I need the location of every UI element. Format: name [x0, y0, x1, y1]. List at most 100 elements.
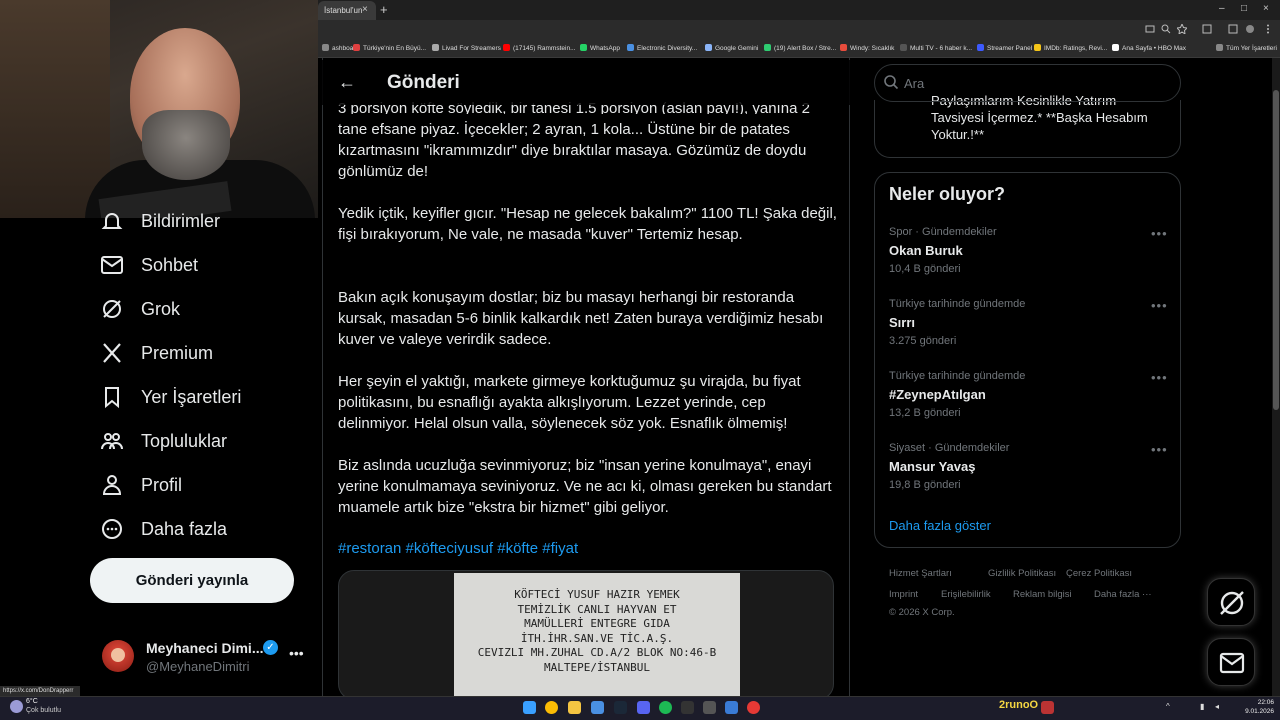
profile-icon[interactable] — [1245, 24, 1255, 34]
bookmark-label: Türkiye'nin En Büyü... — [363, 45, 427, 52]
maximize-button[interactable]: □ — [1241, 3, 1247, 14]
scrollbar-thumb[interactable] — [1273, 90, 1279, 410]
messages-floating-button[interactable] — [1207, 638, 1255, 686]
post-media[interactable]: KÖFTECİ YUSUF HAZIR YEMEK TEMİZLİK CANLI… — [338, 570, 834, 700]
trend-more-icon[interactable]: ••• — [1151, 442, 1168, 457]
sidebar-toggle-icon[interactable] — [1228, 24, 1238, 34]
trend-more-icon[interactable]: ••• — [1151, 226, 1168, 241]
trend-more-icon[interactable]: ••• — [1151, 298, 1168, 313]
app-icon[interactable] — [703, 701, 716, 714]
zoom-icon[interactable] — [1161, 24, 1171, 34]
bell-icon — [101, 213, 123, 229]
search-placeholder: Ara — [904, 76, 925, 91]
taskbar-username: 2runoO — [999, 699, 1039, 711]
network-icon[interactable]: ▮ — [1200, 702, 1204, 711]
bookmark-item[interactable]: Türkiye'nin En Büyü... — [353, 44, 426, 52]
bookmark-favicon-icon — [764, 44, 771, 51]
bookmark-item[interactable]: WhatsApp — [580, 44, 620, 52]
bookmark-label: Google Gemini — [715, 45, 759, 52]
bookmark-item[interactable]: Google Gemini — [705, 44, 758, 52]
footer-copyright: © 2026 X Corp. — [889, 607, 955, 618]
receipt-line: KÖFTECİ YUSUF HAZIR YEMEK — [514, 588, 680, 601]
footer-ads-link[interactable]: Reklam bilgisi — [1013, 589, 1072, 600]
bookmark-icon — [105, 387, 119, 409]
star-icon[interactable] — [1177, 24, 1187, 34]
bookmark-item[interactable]: (17145) Rammstein... — [503, 44, 576, 52]
spotify-icon[interactable] — [659, 701, 672, 714]
account-name: Meyhaneci Dimi... — [146, 640, 264, 656]
cast-icon[interactable] — [1145, 24, 1155, 34]
sidebar-item-label: Premium — [141, 343, 214, 363]
account-more-button[interactable]: ••• — [289, 645, 304, 661]
bookmark-item[interactable]: Streamer Panel — [977, 44, 1032, 52]
footer-privacy-link[interactable]: Gizlilik Politikası — [988, 568, 1056, 579]
search-icon — [884, 75, 899, 90]
app-icon[interactable] — [681, 701, 694, 714]
receipt-line: CEVIZLI MH.ZUHAL CD.A/2 BLOK NO:46-B — [477, 646, 717, 659]
post-hashtags[interactable]: #restoran #köfteciyusuf #köfte #fiyat — [338, 540, 578, 557]
grok-floating-button[interactable] — [1207, 578, 1255, 626]
bookmark-favicon-icon — [503, 44, 510, 51]
bookmark-favicon-icon — [900, 44, 907, 51]
bookmark-label: IMDb: Ratings, Revi... — [1044, 45, 1108, 52]
discord-icon[interactable] — [637, 701, 650, 714]
folder-icon[interactable] — [568, 701, 581, 714]
tray-arrow-icon[interactable]: ^ — [1166, 702, 1170, 711]
people-icon — [101, 433, 123, 450]
bookmark-item[interactable]: (19) Alert Box / Stre... — [764, 44, 836, 52]
avatar[interactable] — [102, 640, 134, 672]
chrome-icon[interactable] — [545, 701, 558, 714]
bookmark-label: Electronic Diversity... — [637, 45, 698, 52]
trend-more-icon[interactable]: ••• — [1151, 370, 1168, 385]
bookmark-item[interactable]: Livad For Streamers — [432, 44, 501, 52]
bookmark-item[interactable]: IMDb: Ratings, Revi... — [1034, 44, 1107, 52]
bookmark-label: Multi TV - 6 haber k... — [910, 45, 973, 52]
bookmark-item[interactable]: Tüm Yer İşaretleri — [1216, 44, 1277, 52]
bookmark-label: (17145) Rammstein... — [513, 45, 576, 52]
extensions-icon[interactable] — [1202, 24, 1212, 34]
grok-icon — [1220, 591, 1244, 615]
footer-terms-link[interactable]: Hizmet Şartları — [889, 568, 952, 579]
post-button[interactable]: Gönderi yayınla — [90, 558, 294, 603]
steam-icon[interactable] — [614, 701, 627, 714]
show-more-link[interactable]: Daha fazla göster — [889, 518, 991, 533]
minimize-button[interactable]: – — [1219, 3, 1225, 14]
receipt-line: TEMİZLİK CANLI HAYVAN ET — [517, 602, 677, 616]
footer-more-link[interactable]: Daha fazla ··· — [1094, 589, 1152, 600]
bookmark-item[interactable]: Multi TV - 6 haber k... — [900, 44, 972, 52]
sidebar-item-label: Yer İşaretleri — [141, 387, 242, 407]
volume-icon[interactable]: ◂ — [1215, 702, 1219, 711]
trend-count: 3.275 gönderi — [889, 335, 957, 347]
bookmark-item[interactable]: Electronic Diversity... — [627, 44, 697, 52]
sidebar-item-label: Bildirimler — [141, 211, 221, 231]
back-arrow-icon[interactable]: ← — [338, 72, 356, 93]
bookmark-label: Ana Sayfa • HBO Max — [1122, 45, 1187, 52]
weather-icon[interactable] — [10, 700, 23, 713]
bookmark-favicon-icon — [1034, 44, 1041, 51]
menu-icon[interactable] — [1263, 24, 1273, 34]
sidebar-item-label: Topluluklar — [141, 431, 228, 451]
bookmark-item[interactable]: Ana Sayfa • HBO Max — [1112, 44, 1186, 52]
app-icon[interactable] — [747, 701, 760, 714]
new-tab-button[interactable]: + — [380, 2, 388, 17]
bookmark-item[interactable]: Windy: Sıcaklık — [840, 44, 894, 52]
trend-name: Sırrı — [889, 315, 916, 330]
tab-close-icon[interactable]: × — [362, 4, 368, 15]
trend-meta: Türkiye tarihinde gündemde — [889, 298, 1026, 310]
account-handle: @MeyhaneDimitri — [146, 659, 250, 674]
start-icon[interactable] — [523, 701, 536, 714]
footer-imprint-link[interactable]: Imprint — [889, 589, 918, 600]
bookmark-favicon-icon — [580, 44, 587, 51]
browser-tab-title: İstanbul'un — [324, 6, 363, 15]
close-window-button[interactable]: × — [1263, 3, 1269, 14]
trend-name: Mansur Yavaş — [889, 459, 976, 474]
bookmark-label: Livad For Streamers — [442, 45, 501, 52]
footer-accessibility-link[interactable]: Erişilebilirlik — [941, 589, 991, 600]
app-icon[interactable] — [725, 701, 738, 714]
bookmark-favicon-icon — [353, 44, 360, 51]
bookmark-favicon-icon — [1216, 44, 1223, 51]
trend-meta: Spor · Gündemdekiler — [889, 226, 997, 238]
taskbar-avatar-icon[interactable] — [1041, 701, 1054, 714]
footer-cookies-link[interactable]: Çerez Politikası — [1066, 568, 1132, 579]
app-icon[interactable] — [591, 701, 604, 714]
